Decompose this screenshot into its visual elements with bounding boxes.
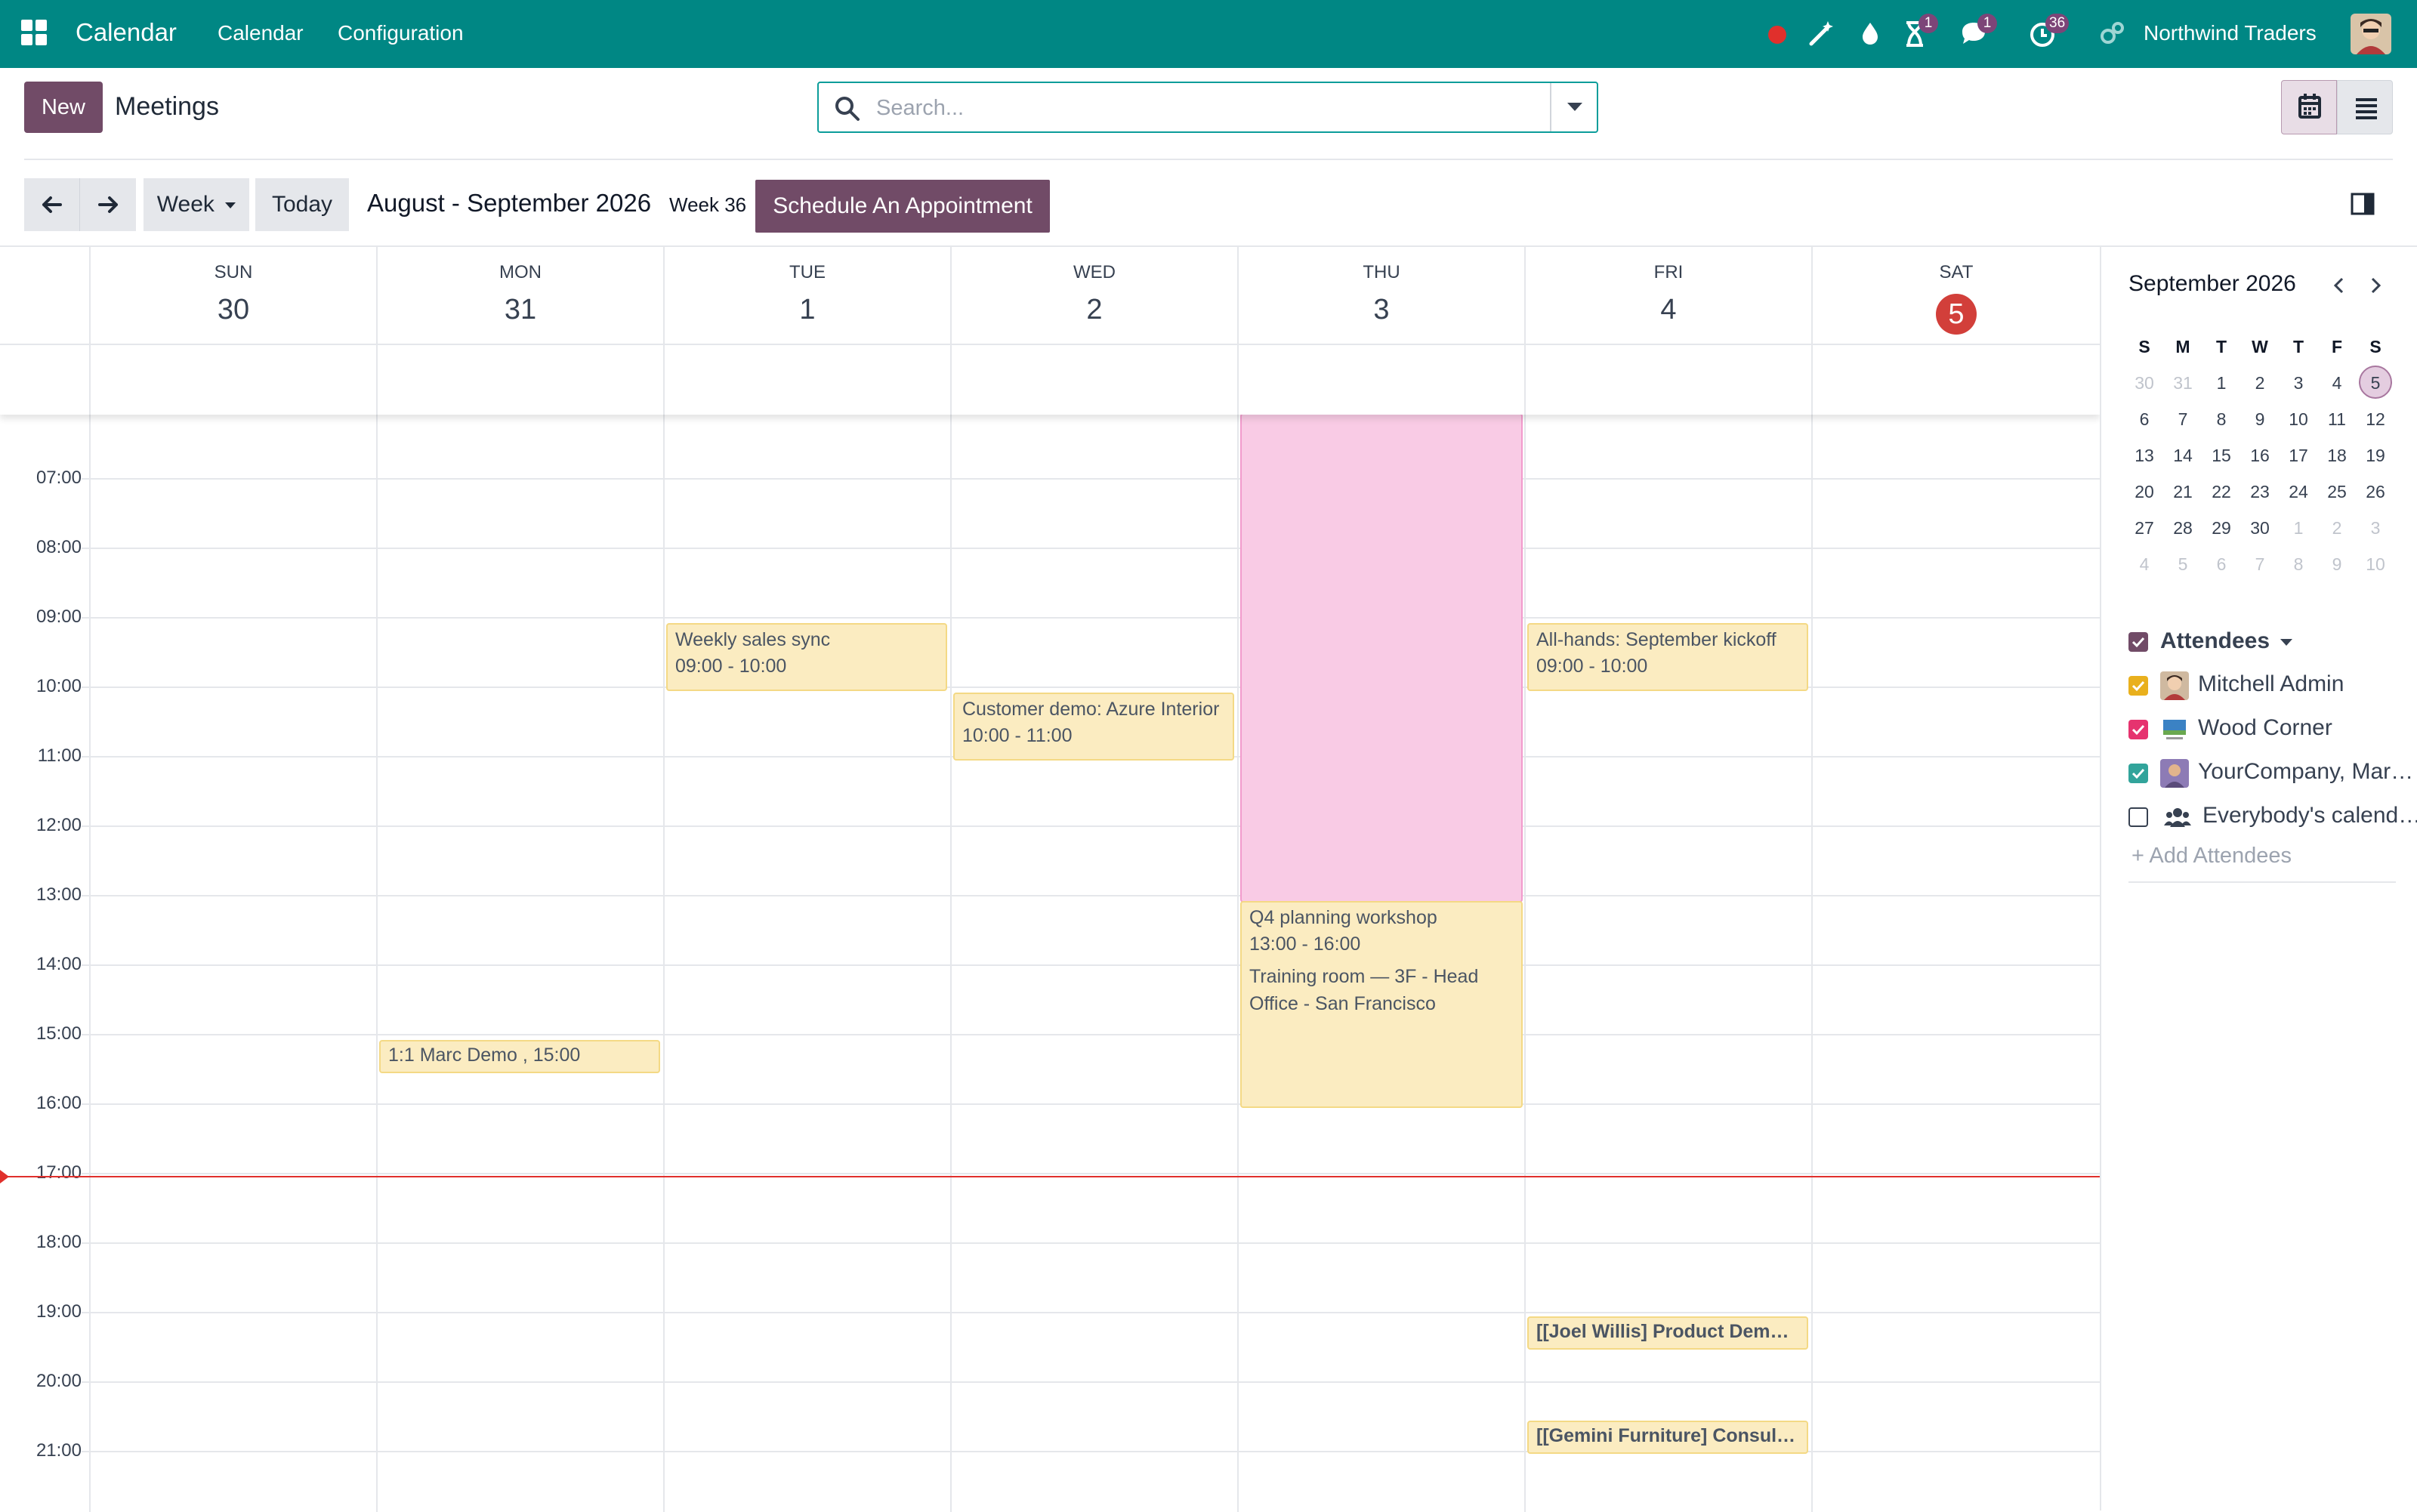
schedule-appointment-button[interactable]: Schedule An Appointment — [755, 180, 1050, 233]
today-indicator: 5 — [1936, 294, 1977, 335]
control-divider — [24, 159, 2393, 160]
hour-label: 19:00 — [0, 1301, 82, 1322]
mini-next-icon[interactable] — [2364, 274, 2387, 297]
week-number: Week 36 — [669, 193, 747, 216]
magic-wand-icon[interactable] — [1807, 18, 1837, 48]
hour-label: 13:00 — [0, 884, 82, 906]
breadcrumb: Meetings — [115, 92, 219, 121]
calendar-sidebar: September 2026 S M T W T F S 30 31 1 2 3… — [2100, 245, 2417, 1510]
record-dot-icon[interactable] — [1764, 18, 1795, 48]
drop-icon[interactable] — [1855, 18, 1885, 48]
timer-icon[interactable]: 36 — [2027, 14, 2070, 48]
hour-label: 12:00 — [0, 815, 82, 836]
time-grid[interactable]: 07:00 08:00 09:00 10:00 11:00 12:00 13:0… — [0, 413, 2100, 1512]
menu-calendar[interactable]: Calendar — [218, 21, 304, 45]
calendar-event-joel-willis[interactable]: [[Joel Willis] Product Demonstration — [1527, 1316, 1808, 1350]
company-switch-icon[interactable] — [2097, 18, 2127, 48]
next-button[interactable] — [80, 178, 136, 231]
all-day-row[interactable] — [0, 344, 2100, 415]
calendar-view-button[interactable] — [2281, 80, 2337, 134]
hour-label: 09:00 — [0, 606, 82, 628]
app-menu-icon[interactable] — [21, 20, 48, 47]
attendee-checkbox[interactable] — [2128, 764, 2148, 783]
mini-calendar-selected-day: 5 — [2357, 365, 2394, 401]
attendee-avatar — [2160, 671, 2189, 700]
new-button[interactable]: New — [24, 82, 103, 133]
calendar-event-thu-morning[interactable] — [1240, 413, 1523, 903]
messages-icon[interactable]: 1 — [1959, 14, 1997, 48]
scale-label: Week — [156, 192, 215, 217]
hour-label: 17:00 — [0, 1162, 82, 1183]
hour-label: 20:00 — [0, 1371, 82, 1392]
company-name[interactable]: Northwind Traders — [2144, 21, 2317, 45]
date-range-title: August - September 2026 — [367, 189, 652, 217]
day-header-sun[interactable]: SUN 30 — [89, 247, 376, 344]
mini-calendar-title: September 2026 — [2128, 271, 2296, 296]
arrow-left-icon — [42, 196, 62, 213]
calendar-event-customer-demo[interactable]: Customer demo: Azure Interior 10:00 - 11… — [953, 693, 1234, 761]
attendee-checkbox[interactable] — [2128, 807, 2148, 827]
attendees-all-checkbox[interactable] — [2128, 632, 2148, 652]
add-attendees-underline — [2128, 881, 2396, 883]
scale-dropdown[interactable]: Week — [144, 178, 249, 231]
caret-down-icon — [225, 202, 236, 209]
day-header-fri[interactable]: FRI 4 — [1524, 247, 1811, 344]
timer-badge: 36 — [2045, 14, 2070, 33]
hour-label: 08:00 — [0, 537, 82, 558]
search-input[interactable] — [875, 92, 1527, 124]
day-header-sat[interactable]: SAT 5 — [1811, 247, 2100, 344]
search-box[interactable] — [817, 82, 1598, 133]
today-button[interactable]: Today — [255, 178, 349, 231]
menu-configuration[interactable]: Configuration — [338, 21, 464, 45]
app-name[interactable]: Calendar — [76, 18, 177, 47]
prev-button[interactable] — [24, 178, 80, 231]
messages-badge: 1 — [1977, 14, 1997, 33]
attendee-checkbox[interactable] — [2128, 720, 2148, 739]
users-group-icon — [2163, 803, 2192, 832]
calendar-event-allhands[interactable]: All-hands: September kickoff 09:00 - 10:… — [1527, 623, 1808, 691]
hour-label: 18:00 — [0, 1232, 82, 1253]
hour-label: 16:00 — [0, 1093, 82, 1114]
week-calendar-grid: SUN 30 MON 31 TUE 1 WED 2 THU 3 FRI 4 SAT 5 07:… — [0, 245, 2100, 1512]
day-header-tue[interactable]: TUE 1 — [663, 247, 950, 344]
calendar-event-gemini[interactable]: [[Gemini Furniture] Consulting — [1527, 1421, 1808, 1454]
attendee-checkbox[interactable] — [2128, 676, 2148, 696]
current-time-marker — [0, 1170, 9, 1183]
list-icon — [2356, 98, 2377, 119]
attendee-avatar — [2160, 759, 2189, 788]
search-icon — [834, 95, 861, 126]
hour-label: 11:00 — [0, 745, 82, 767]
day-header-wed[interactable]: WED 2 — [950, 247, 1237, 344]
attendees-heading[interactable]: Attendees — [2160, 628, 2293, 654]
hour-label: 15:00 — [0, 1023, 82, 1045]
top-navbar: Calendar Calendar Configuration 1 1 36 N… — [0, 0, 2417, 68]
day-header-thu[interactable]: THU 3 — [1237, 247, 1524, 344]
company-logo-icon — [2160, 715, 2189, 744]
caret-down-icon — [2280, 638, 2293, 646]
hour-label: 10:00 — [0, 676, 82, 697]
mini-prev-icon[interactable] — [2328, 274, 2351, 297]
list-view-button[interactable] — [2337, 80, 2393, 134]
add-attendees-input[interactable]: + Add Attendees — [2131, 844, 2292, 869]
hour-label: 14:00 — [0, 954, 82, 975]
activity-badge: 1 — [1918, 14, 1938, 33]
activity-hourglass-icon[interactable]: 1 — [1900, 14, 1938, 48]
calendar-event-weekly-sales[interactable]: Weekly sales sync 09:00 - 10:00 — [666, 623, 947, 691]
calendar-event-q4-planning[interactable]: Q4 planning workshop 13:00 - 16:00 Train… — [1240, 901, 1523, 1108]
calendar-icon — [2298, 94, 2321, 119]
arrow-right-icon — [98, 196, 118, 213]
hour-label: 21:00 — [0, 1440, 82, 1461]
sidebar-toggle-icon[interactable] — [2351, 192, 2375, 216]
day-header-mon[interactable]: MON 31 — [376, 247, 663, 344]
current-time-line — [0, 1176, 2100, 1177]
user-avatar[interactable] — [2351, 14, 2391, 54]
search-options-toggle[interactable] — [1550, 83, 1597, 131]
calendar-event-marc-demo[interactable]: 1:1 Marc Demo , 15:00 — [379, 1040, 660, 1073]
hour-label: 07:00 — [0, 467, 82, 489]
